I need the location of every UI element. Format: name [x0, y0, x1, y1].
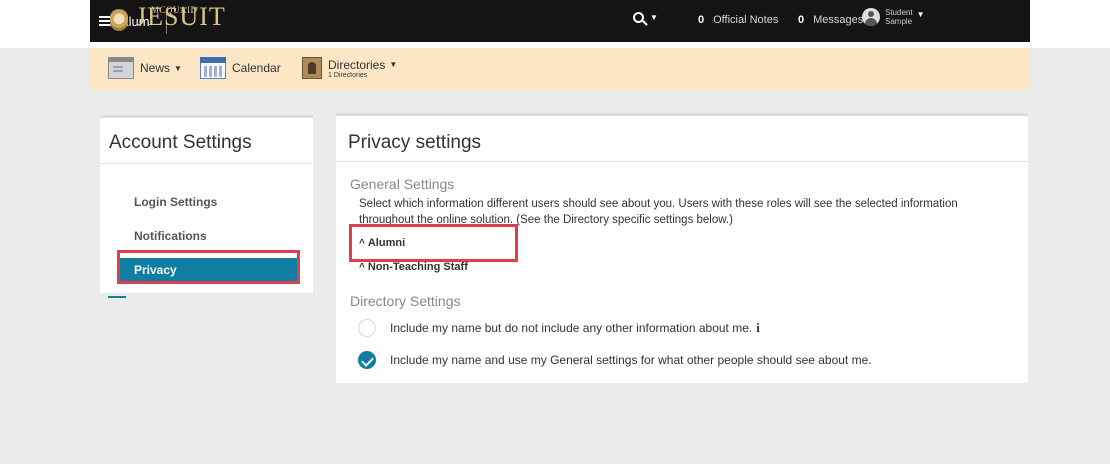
nav-directories[interactable]: Directories 1 Directories ▼	[302, 57, 397, 79]
messages-count: 0	[798, 14, 805, 26]
sidebar-item-notifications[interactable]: Notifications	[134, 229, 207, 243]
highlight-box-privacy	[117, 250, 300, 284]
general-settings-heading: General Settings	[350, 176, 455, 192]
directory-settings-heading: Directory Settings	[350, 293, 461, 309]
role-label-non-teaching-staff: Non-Teaching Staff	[367, 261, 468, 273]
avatar	[862, 8, 880, 26]
panel-divider	[100, 163, 313, 164]
chevron-up-icon: ^	[359, 262, 365, 273]
chevron-down-icon: ▼	[174, 63, 182, 73]
sub-navigation: News ▼ Calendar Directories 1 Directorie…	[90, 48, 1030, 90]
nav-calendar[interactable]: Calendar	[200, 57, 281, 79]
school-logo[interactable]: JESUIT MCQUAID	[136, 4, 226, 30]
top-bar: Alum JESUIT MCQUAID ▼ 0 Official Notes 0…	[0, 0, 1110, 48]
user-name: Student Sample	[885, 8, 913, 26]
official-notes-link[interactable]: 0 Official Notes	[698, 14, 778, 26]
privacy-settings-title: Privacy settings	[348, 132, 482, 153]
info-icon[interactable]: i	[756, 320, 760, 336]
nav-calendar-label: Calendar	[232, 61, 281, 75]
search-icon	[633, 12, 644, 23]
directory-option-name-only[interactable]: Include my name but do not include any o…	[358, 319, 760, 337]
user-menu[interactable]: Student Sample ▼	[862, 8, 925, 26]
nav-news[interactable]: News ▼	[108, 57, 182, 79]
option-label-name-only: Include my name but do not include any o…	[390, 321, 753, 335]
radio-name-only[interactable]	[358, 319, 376, 337]
search-button[interactable]: ▼	[633, 12, 658, 23]
user-name-line2: Sample	[885, 17, 913, 26]
nav-directories-count: 1 Directories	[328, 71, 368, 79]
nav-directories-text: Directories 1 Directories	[328, 58, 385, 79]
messages-label: Messages	[813, 14, 864, 26]
highlight-box-alumni	[349, 224, 518, 262]
chevron-down-icon: ▼	[916, 9, 925, 19]
user-name-line1: Student	[885, 8, 913, 17]
chevron-down-icon: ▼	[389, 59, 398, 69]
nav-directories-label: Directories	[328, 57, 386, 72]
official-notes-label: Official Notes	[713, 14, 779, 26]
panel-divider	[336, 161, 1028, 162]
newspaper-icon	[108, 57, 134, 79]
active-indicator	[108, 296, 126, 298]
account-settings-title: Account Settings	[109, 132, 252, 153]
nav-news-label: News	[140, 61, 171, 75]
logo-small-text: MCQUAID	[151, 5, 198, 15]
chevron-down-icon: ▼	[650, 13, 658, 22]
sidebar-item-login-settings[interactable]: Login Settings	[134, 195, 217, 209]
directory-option-general-settings[interactable]: Include my name and use my General setti…	[358, 351, 872, 369]
official-notes-count: 0	[698, 14, 705, 26]
messages-link[interactable]: 0 Messages	[798, 14, 863, 26]
calendar-icon	[200, 57, 226, 79]
option-label-general-settings: Include my name and use my General setti…	[390, 353, 872, 367]
directory-icon	[302, 57, 322, 79]
radio-general-settings[interactable]	[358, 351, 376, 369]
school-crest-icon[interactable]	[110, 9, 128, 31]
role-toggle-non-teaching-staff[interactable]: ^ Non-Teaching Staff	[359, 261, 468, 273]
